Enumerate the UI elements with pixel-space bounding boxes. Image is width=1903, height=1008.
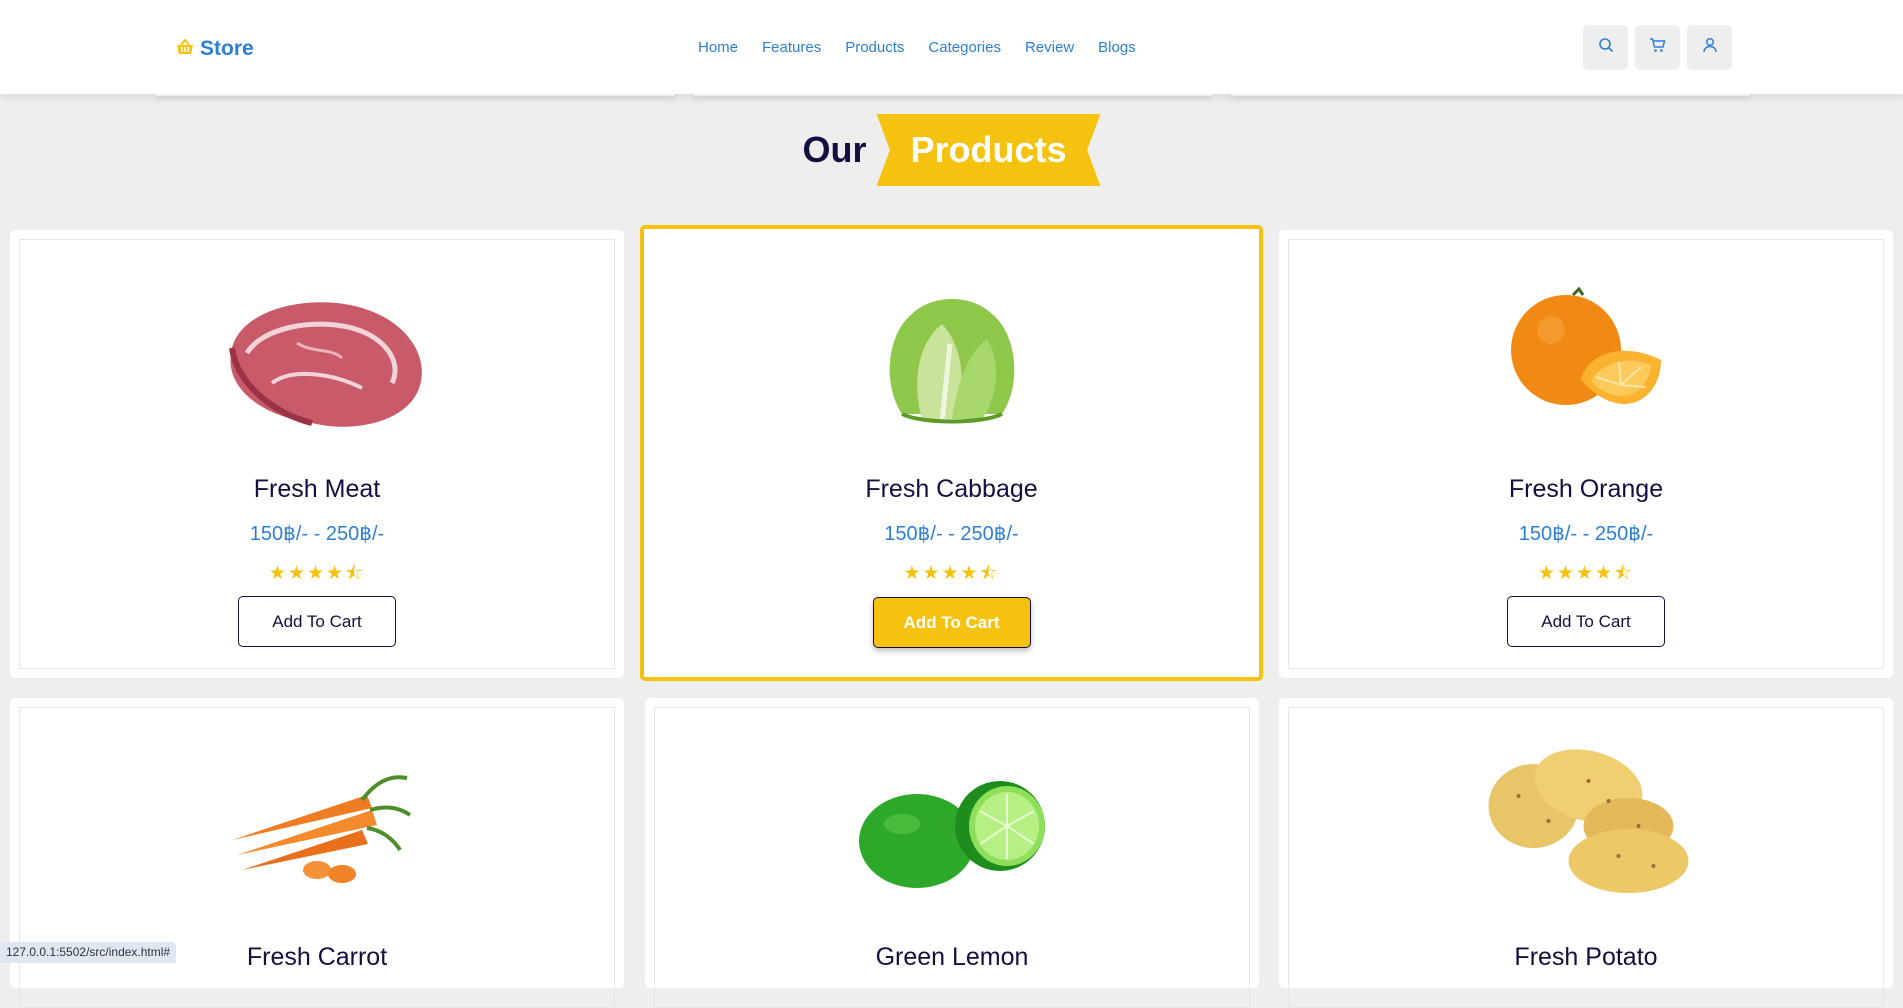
- nav-categories[interactable]: Categories: [928, 38, 1001, 58]
- cart-button[interactable]: [1635, 25, 1680, 70]
- basket-icon: [176, 37, 194, 61]
- potato-image: [1479, 746, 1694, 901]
- carrot-image: [222, 770, 412, 890]
- product-card-potato: Fresh Potato: [1279, 698, 1893, 1008]
- product-price: 150฿/- - 250฿/-: [249, 523, 385, 545]
- account-button[interactable]: [1687, 25, 1732, 70]
- section-heading: Our Products: [0, 112, 1903, 188]
- product-card-orange: Fresh Orange 150฿/- - 250฿/- ★★★★⯪ Add T…: [1279, 230, 1893, 678]
- add-to-cart-button[interactable]: Add To Cart: [872, 597, 1031, 648]
- cabbage-image: [872, 284, 1032, 439]
- add-to-cart-button[interactable]: Add To Cart: [238, 596, 396, 647]
- add-to-cart-button[interactable]: Add To Cart: [1507, 596, 1665, 647]
- nav-home[interactable]: Home: [698, 38, 738, 58]
- status-url: 127.0.0.1:5502/src/index.html#: [0, 942, 177, 963]
- product-name: Fresh Cabbage: [865, 475, 1038, 503]
- logo-text: Store: [200, 37, 254, 60]
- nav-review[interactable]: Review: [1025, 38, 1074, 58]
- search-button[interactable]: [1583, 25, 1628, 70]
- meat-image: [202, 288, 432, 443]
- product-name: Green Lemon: [875, 943, 1029, 971]
- nav-features[interactable]: Features: [762, 38, 821, 58]
- orange-image: [1501, 285, 1671, 440]
- lemon-image: [852, 776, 1052, 896]
- cart-icon: [1649, 37, 1666, 58]
- nav-blogs[interactable]: Blogs: [1098, 38, 1136, 58]
- search-icon: [1598, 37, 1614, 58]
- store-logo[interactable]: Store: [176, 34, 254, 64]
- product-card-meat: Fresh Meat 150฿/- - 250฿/- ★★★★⯪ Add To …: [10, 230, 624, 678]
- product-card-cabbage: Fresh Cabbage 150฿/- - 250฿/- ★★★★⯪ Add …: [640, 225, 1263, 681]
- rating-stars: ★★★★⯪: [903, 563, 1000, 584]
- nav-products[interactable]: Products: [845, 38, 904, 58]
- user-icon: [1702, 37, 1718, 58]
- site-header: Store Home Features Products Categories …: [0, 0, 1903, 94]
- product-price: 150฿/- - 250฿/-: [884, 523, 1019, 545]
- rating-stars: ★★★★⯪: [268, 563, 366, 584]
- product-name: Fresh Meat: [253, 475, 381, 503]
- product-price: 150฿/- - 250฿/-: [1518, 523, 1654, 545]
- heading-highlight: Products: [876, 114, 1101, 186]
- main-nav: Home Features Products Categories Review…: [698, 38, 1136, 58]
- product-name: Fresh Orange: [1508, 475, 1664, 503]
- heading-plain: Our: [802, 129, 867, 170]
- product-card-lemon: Green Lemon: [645, 698, 1259, 1008]
- product-name: Fresh Potato: [1514, 943, 1658, 971]
- rating-stars: ★★★★⯪: [1537, 563, 1635, 584]
